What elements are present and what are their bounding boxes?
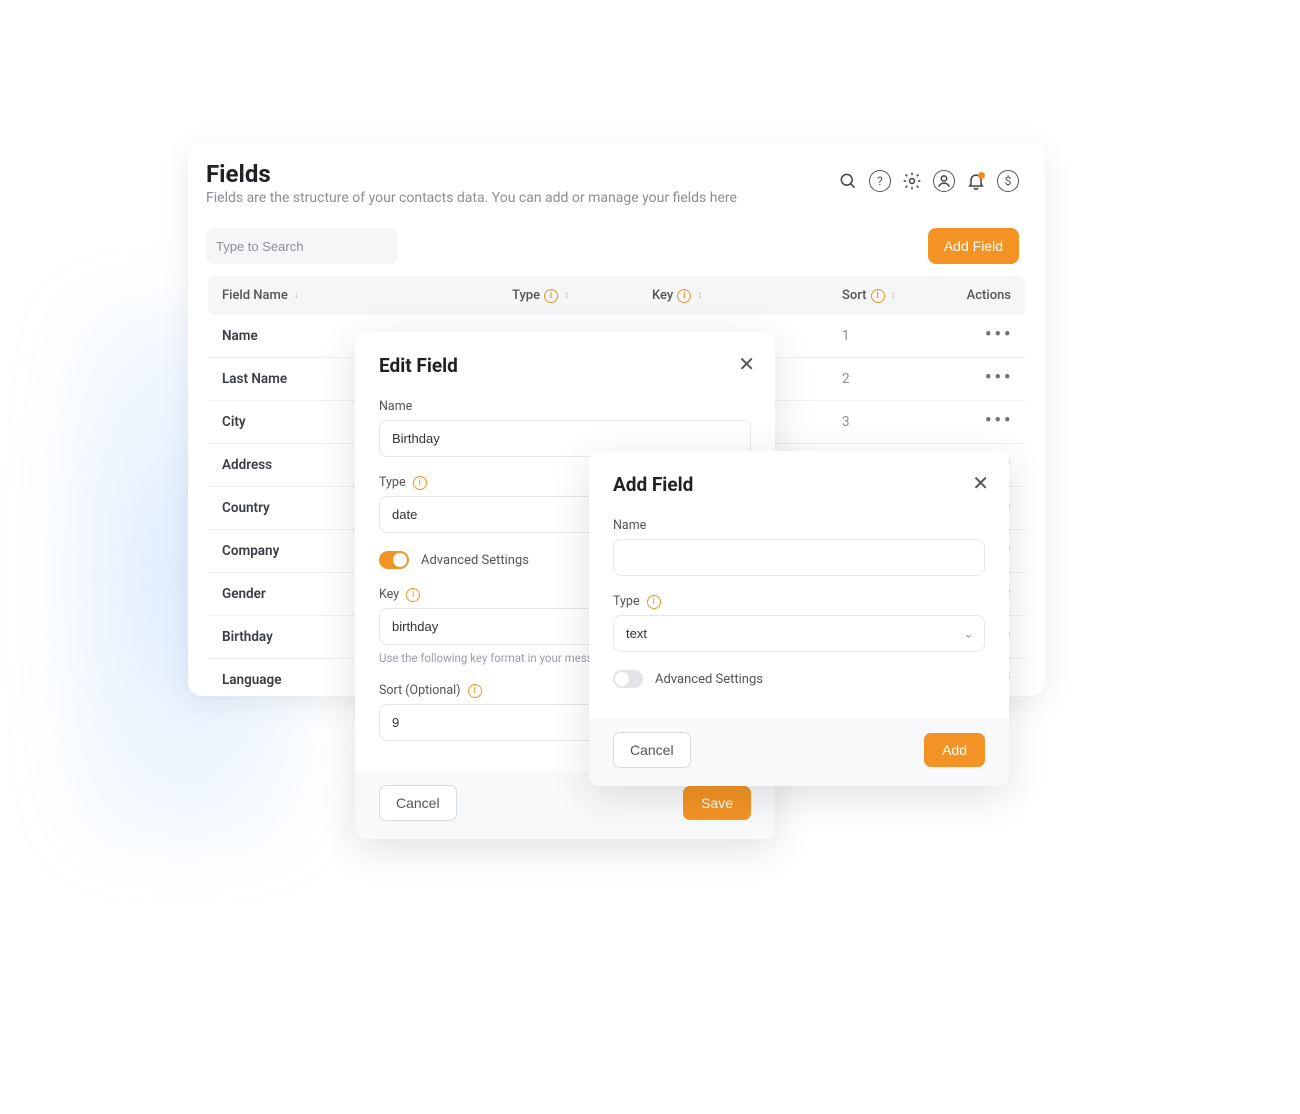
- edit-advanced-toggle[interactable]: [379, 551, 409, 569]
- toolbar: Add Field: [188, 216, 1045, 276]
- add-modal-footer: Cancel Add: [589, 718, 1009, 786]
- info-icon: i: [406, 588, 420, 602]
- col-key[interactable]: Keyi ↕: [652, 288, 842, 303]
- toggle-knob: [615, 672, 629, 686]
- add-advanced-row: Advanced Settings: [613, 670, 985, 688]
- add-advanced-toggle[interactable]: [613, 670, 643, 688]
- page-subtitle: Fields are the structure of your contact…: [206, 190, 737, 206]
- sort-arrow-icon: ↕: [564, 290, 569, 301]
- info-icon: i: [544, 289, 558, 303]
- search-icon[interactable]: [837, 170, 859, 192]
- edit-advanced-label: Advanced Settings: [421, 553, 529, 568]
- add-field-button[interactable]: Add Field: [928, 228, 1019, 264]
- edit-cancel-button[interactable]: Cancel: [379, 785, 457, 821]
- col-actions: Actions: [952, 288, 1011, 303]
- col-field-name[interactable]: Field Name ↓: [222, 288, 512, 303]
- info-icon: i: [413, 476, 427, 490]
- edit-name-label: Name: [379, 399, 751, 414]
- gear-icon[interactable]: [901, 170, 923, 192]
- col-type-label: Type: [512, 288, 540, 303]
- add-cancel-button[interactable]: Cancel: [613, 732, 691, 768]
- add-submit-button[interactable]: Add: [924, 733, 985, 767]
- add-type-label-text: Type: [613, 594, 640, 609]
- add-type-label: Type i: [613, 594, 985, 609]
- header-icons: ? $: [837, 170, 1019, 192]
- add-modal-body: Add Field ✕ Name Type i ⌄ Advanced Setti…: [589, 451, 1009, 700]
- currency-icon[interactable]: $: [997, 170, 1019, 192]
- titles: Fields Fields are the structure of your …: [206, 160, 737, 206]
- sort-arrow-icon: ↓: [294, 290, 299, 301]
- row-sort: 2: [842, 371, 952, 387]
- edit-type-label-text: Type: [379, 475, 406, 490]
- info-icon: i: [647, 595, 661, 609]
- sort-arrow-icon: ↕: [697, 290, 702, 301]
- panel-header: Fields Fields are the structure of your …: [188, 142, 1045, 216]
- row-actions: [952, 371, 1011, 387]
- add-advanced-label: Advanced Settings: [655, 672, 763, 687]
- add-modal-title: Add Field: [613, 473, 985, 496]
- user-icon[interactable]: [933, 170, 955, 192]
- search-input[interactable]: [216, 239, 392, 254]
- info-icon: i: [677, 289, 691, 303]
- row-actions: [952, 414, 1011, 430]
- info-icon: i: [871, 289, 885, 303]
- add-type-select[interactable]: [613, 615, 985, 652]
- row-sort: 3: [842, 414, 952, 430]
- add-field-modal: Add Field ✕ Name Type i ⌄ Advanced Setti…: [589, 451, 1009, 786]
- page-title: Fields: [206, 160, 737, 188]
- col-sort-label: Sort: [842, 288, 867, 303]
- sort-arrow-icon: ↕: [891, 290, 896, 301]
- col-type[interactable]: Typei ↕: [512, 288, 652, 303]
- close-icon[interactable]: ✕: [972, 471, 989, 496]
- col-key-label: Key: [652, 288, 673, 303]
- col-field-name-label: Field Name: [222, 288, 288, 303]
- row-actions: [952, 328, 1011, 344]
- toggle-knob: [393, 553, 407, 567]
- edit-save-button[interactable]: Save: [683, 786, 751, 820]
- close-icon[interactable]: ✕: [738, 352, 755, 377]
- notification-dot: [978, 172, 985, 179]
- add-name-input[interactable]: [613, 539, 985, 576]
- edit-key-label-text: Key: [379, 587, 399, 602]
- edit-modal-title: Edit Field: [379, 354, 751, 377]
- col-sort[interactable]: Sorti ↕: [842, 288, 952, 303]
- bell-icon[interactable]: [965, 170, 987, 192]
- info-icon: i: [468, 684, 482, 698]
- edit-sort-label-text: Sort (Optional): [379, 683, 461, 698]
- col-actions-label: Actions: [967, 288, 1011, 303]
- add-name-label: Name: [613, 518, 985, 533]
- add-type-select-wrap: ⌄: [613, 615, 985, 652]
- row-sort: 1: [842, 328, 952, 344]
- table-header: Field Name↓ Typei↕ Keyi↕ Sorti↕ Actions: [208, 276, 1025, 315]
- search-box[interactable]: [206, 228, 398, 264]
- help-icon[interactable]: ?: [869, 170, 891, 192]
